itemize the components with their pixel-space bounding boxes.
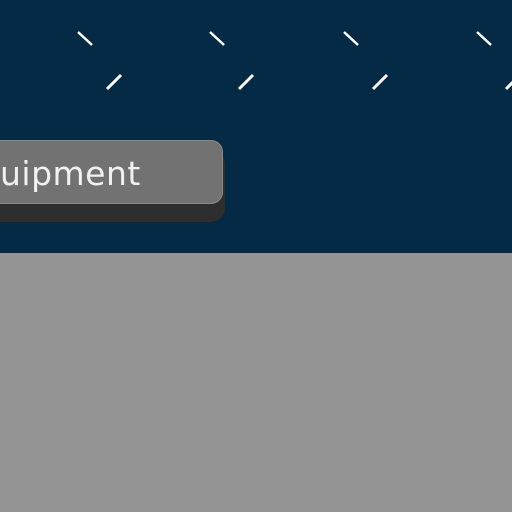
pattern-tick-upper-0 <box>77 31 93 46</box>
pattern-tick-lower-1 <box>237 73 255 91</box>
equipment-tab-label: uipment <box>0 154 141 193</box>
pattern-tick-lower-0 <box>105 73 123 91</box>
pattern-tick-upper-3 <box>476 31 492 46</box>
pattern-tick-lower-2 <box>371 73 389 91</box>
pattern-tick-upper-2 <box>343 31 359 46</box>
pattern-tick-upper-1 <box>209 31 225 46</box>
content-area <box>0 253 512 512</box>
pattern-tick-lower-3 <box>504 80 512 91</box>
